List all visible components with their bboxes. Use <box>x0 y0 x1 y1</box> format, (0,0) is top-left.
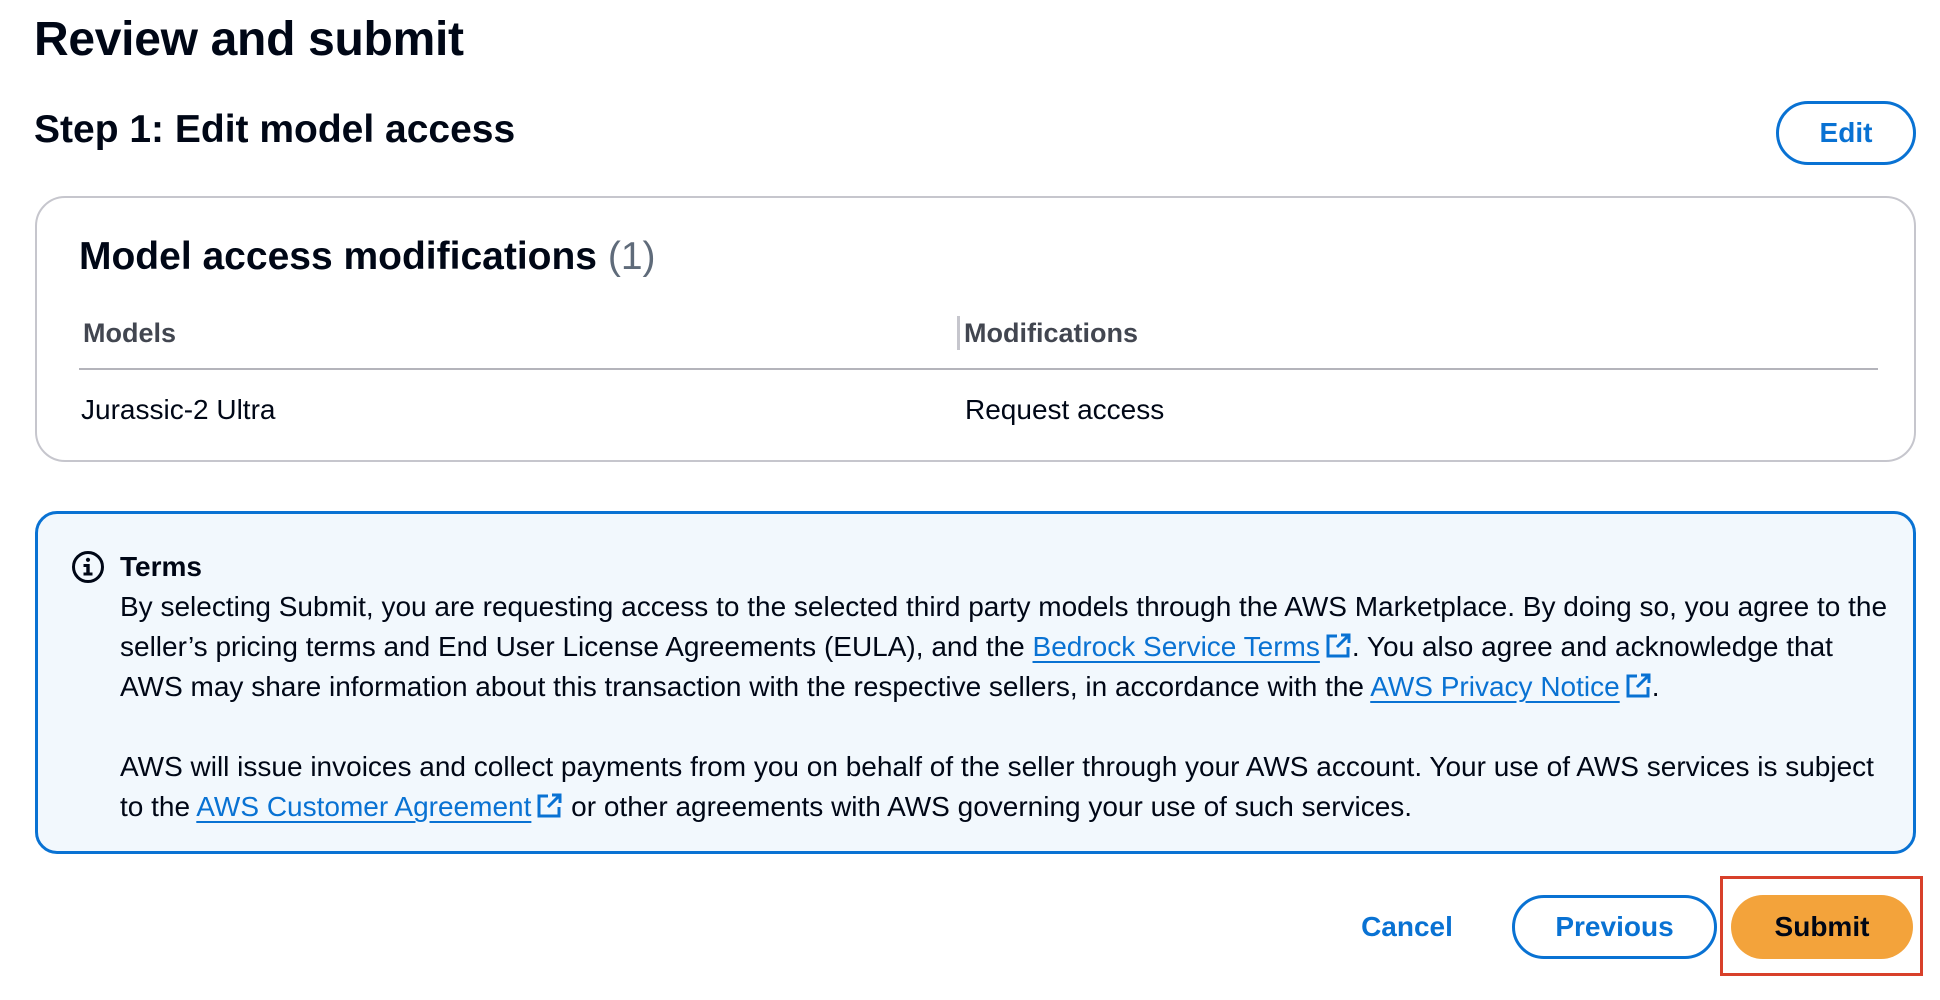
edit-button[interactable]: Edit <box>1776 101 1916 165</box>
submit-button[interactable]: Submit <box>1731 895 1913 959</box>
external-link-icon <box>1326 633 1351 658</box>
table-cell-model: Jurassic-2 Ultra <box>81 394 276 425</box>
external-link-icon <box>1626 673 1651 698</box>
terms-text: . <box>1651 671 1660 702</box>
link-text: AWS Customer Agreement <box>196 791 532 822</box>
bedrock-service-terms-link[interactable]: Bedrock Service Terms <box>1033 631 1352 662</box>
card-title-text: Model access modifications <box>79 235 597 278</box>
card-title: Model access modifications (1) <box>79 232 656 282</box>
aws-customer-agreement-link[interactable]: AWS Customer Agreement <box>196 791 563 822</box>
model-access-modifications-card: Model access modifications (1) Models Mo… <box>35 196 1916 462</box>
table-cell-modification: Request access <box>965 394 1165 425</box>
column-header-modifications: Modifications <box>964 317 1138 348</box>
terms-paragraph-1: By selecting Submit, you are requesting … <box>120 587 1890 707</box>
terms-title: Terms <box>120 551 202 582</box>
terms-alert: Terms By selecting Submit, you are reque… <box>35 511 1916 854</box>
column-divider[interactable] <box>957 316 960 350</box>
column-header-models: Models <box>83 317 177 348</box>
step-1-title: Step 1: Edit model access <box>34 108 516 151</box>
external-link-icon <box>537 793 562 818</box>
aws-privacy-notice-link[interactable]: AWS Privacy Notice <box>1370 671 1651 702</box>
terms-paragraph-2: AWS will issue invoices and collect paym… <box>120 747 1890 827</box>
link-text: AWS Privacy Notice <box>1370 671 1620 702</box>
previous-button[interactable]: Previous <box>1512 895 1717 959</box>
link-text: Bedrock Service Terms <box>1032 631 1320 662</box>
info-icon <box>72 551 104 583</box>
page-title: Review and submit <box>34 13 464 66</box>
terms-body: By selecting Submit, you are requesting … <box>120 587 1890 827</box>
cancel-button[interactable]: Cancel <box>1352 895 1462 959</box>
card-count: (1) <box>607 235 656 278</box>
terms-text: or other agreements with AWS governing y… <box>563 791 1413 822</box>
